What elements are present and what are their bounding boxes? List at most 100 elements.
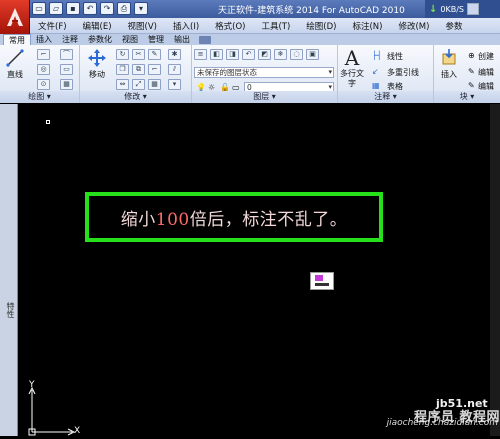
layer-previous-icon[interactable]: ↶ [242, 49, 255, 60]
menu-format[interactable]: 格式(O) [207, 20, 253, 32]
undo-icon[interactable]: ↶ [83, 2, 97, 15]
tab-parametric[interactable]: 参数化 [83, 34, 117, 45]
panel-draw: 直线 ⌐ ◎ ⊙ ⌒ ▭ ▦ 绘图 ▾ [0, 45, 80, 103]
layer-lock-icon[interactable]: ▣ [306, 49, 319, 60]
insert-label: 插入 [441, 70, 457, 79]
ribbon-tabs: 常用 插入 注释 参数化 视图 管理 输出 [0, 34, 500, 45]
tab-insert[interactable]: 插入 [31, 34, 57, 45]
ucs-icon: Y X [22, 380, 82, 436]
object-magenta-part [315, 275, 323, 281]
multiline-text-label: 多行文字 [340, 69, 364, 88]
qat-dropdown-icon[interactable]: ▾ [134, 2, 148, 15]
application-menu-button[interactable] [0, 0, 30, 34]
explode-icon[interactable]: ✱ [168, 49, 181, 60]
menu-dimension[interactable]: 标注(N) [344, 20, 390, 32]
panel-annotation-label[interactable]: 注释 ▾ [338, 91, 433, 103]
linear-dim-icon[interactable]: ├┤ [372, 51, 382, 60]
menu-modify[interactable]: 修改(M) [390, 20, 437, 32]
table-icon[interactable]: ▦ [372, 81, 380, 90]
layer-state-dropdown[interactable]: 未保存的图层状态 [194, 67, 334, 78]
layer-properties-icon[interactable]: ≡ [194, 49, 207, 60]
menu-insert[interactable]: 插入(I) [165, 20, 207, 32]
array-icon[interactable]: ▦ [148, 79, 161, 90]
transfer-speed: 0KB/S [440, 4, 464, 14]
cad-window: ▭ ▱ ▪ ↶ ↷ ⎙ ▾ 天正软件-建筑系统 2014 For AutoCAD… [0, 0, 500, 436]
open-icon[interactable]: ▱ [49, 2, 63, 15]
trim-icon[interactable]: ✂ [132, 49, 145, 60]
insert-block-icon [438, 47, 460, 69]
ribbon-body: 直线 ⌐ ◎ ⊙ ⌒ ▭ ▦ 绘图 ▾ 移动 ↻ ✂ ✎ ❐ ⧉ ⌐ ⇔ ⤢ ▦… [0, 45, 500, 103]
panel-modify: 移动 ↻ ✂ ✎ ❐ ⧉ ⌐ ⇔ ⤢ ▦ ✱ ⫽ ▾ 修改 ▾ [80, 45, 192, 103]
line-label: 直线 [7, 70, 23, 79]
menu-parametric[interactable]: 参数 [437, 20, 470, 32]
canvas-right-edge [490, 104, 500, 436]
tab-view[interactable]: 视图 [117, 34, 143, 45]
panel-block-label[interactable]: 块 ▾ [434, 91, 500, 103]
fillet-icon[interactable]: ⌐ [148, 64, 161, 75]
rectangle-icon[interactable]: ▭ [60, 64, 73, 75]
redo-icon[interactable]: ↷ [100, 2, 114, 15]
multileader-icon[interactable]: ↙ [372, 67, 379, 76]
arc-icon[interactable]: ⌒ [60, 49, 73, 60]
rotate-icon[interactable]: ↻ [116, 49, 129, 60]
drawing-canvas[interactable] [18, 104, 500, 436]
download-arrow-icon: ↓ [429, 3, 438, 15]
title-bar: ▭ ▱ ▪ ↶ ↷ ⎙ ▾ 天正软件-建筑系统 2014 For AutoCAD… [0, 0, 500, 18]
insert-block-button[interactable]: 插入 [438, 47, 460, 80]
layer-off-icon[interactable]: ◌ [290, 49, 303, 60]
polyline-icon[interactable]: ⌐ [37, 49, 50, 60]
edit-attribute-icon[interactable]: ✎ [468, 81, 475, 90]
offset-icon[interactable]: ⫽ [168, 64, 181, 75]
stretch-icon[interactable]: ⇔ [116, 79, 129, 90]
properties-palette-bar[interactable]: 特性 [0, 104, 18, 436]
text-a-icon: A [344, 46, 360, 70]
new-icon[interactable]: ▭ [32, 2, 46, 15]
small-drawing-object[interactable] [310, 272, 334, 290]
hatch-icon[interactable]: ▦ [60, 79, 73, 90]
layer-state-icon[interactable]: ◧ [210, 49, 223, 60]
erase-icon[interactable]: ✎ [148, 49, 161, 60]
annotation-note-box: 缩小100倍后，标注不乱了。 [85, 192, 383, 242]
watermark-line2: jiaocheng.chazidian.com [386, 418, 498, 428]
modify-more-icon[interactable]: ▾ [168, 79, 181, 90]
create-block-label[interactable]: 创建 [478, 51, 494, 62]
copy-icon[interactable]: ❐ [116, 64, 129, 75]
tab-annotate[interactable]: 注释 [57, 34, 83, 45]
ellipse-icon[interactable]: ⊙ [37, 79, 50, 90]
menu-bar: 文件(F) 编辑(E) 视图(V) 插入(I) 格式(O) 工具(T) 绘图(D… [30, 18, 500, 34]
multileader-label[interactable]: 多重引线 [387, 67, 419, 78]
move-button[interactable]: 移动 [86, 47, 108, 80]
layer-match-icon[interactable]: ◨ [226, 49, 239, 60]
scale-icon[interactable]: ⤢ [132, 79, 145, 90]
panel-modify-label[interactable]: 修改 ▾ [80, 91, 191, 103]
multiline-text-button[interactable]: A 多行文字 [340, 46, 364, 89]
tab-manage[interactable]: 管理 [143, 34, 169, 45]
save-icon[interactable]: ▪ [66, 2, 80, 15]
quick-access-toolbar: ▭ ▱ ▪ ↶ ↷ ⎙ ▾ [32, 2, 148, 15]
panel-layers-label[interactable]: 图层 ▾ [192, 91, 337, 103]
edit-block-icon[interactable]: ✎ [468, 67, 475, 76]
create-block-icon[interactable]: ⊕ [468, 51, 475, 60]
mirror-icon[interactable]: ⧉ [132, 64, 145, 75]
menu-view[interactable]: 视图(V) [120, 20, 165, 32]
menu-tools[interactable]: 工具(T) [253, 20, 298, 32]
print-icon[interactable]: ⎙ [117, 2, 131, 15]
menu-edit[interactable]: 编辑(E) [75, 20, 120, 32]
ucs-y-label: Y [29, 380, 35, 390]
layer-isolate-icon[interactable]: ◩ [258, 49, 271, 60]
window-title: 天正软件-建筑系统 2014 For AutoCAD 2010 [218, 6, 405, 16]
line-button[interactable]: 直线 [4, 47, 26, 80]
float-window-button[interactable] [467, 3, 479, 15]
linear-label[interactable]: 线性 [387, 51, 403, 62]
menu-file[interactable]: 文件(F) [30, 20, 75, 32]
edit-block-label[interactable]: 编辑 [478, 67, 494, 78]
tab-output[interactable]: 输出 [169, 34, 195, 45]
ribbon-minimize-icon[interactable] [199, 36, 211, 44]
panel-draw-label[interactable]: 绘图 ▾ [0, 91, 79, 103]
object-dark-part [315, 283, 329, 286]
menu-draw[interactable]: 绘图(D) [298, 20, 344, 32]
move-label: 移动 [89, 70, 105, 79]
layer-freeze-icon[interactable]: ❄ [274, 49, 287, 60]
circle-icon[interactable]: ◎ [37, 64, 50, 75]
tab-home[interactable]: 常用 [3, 34, 31, 45]
